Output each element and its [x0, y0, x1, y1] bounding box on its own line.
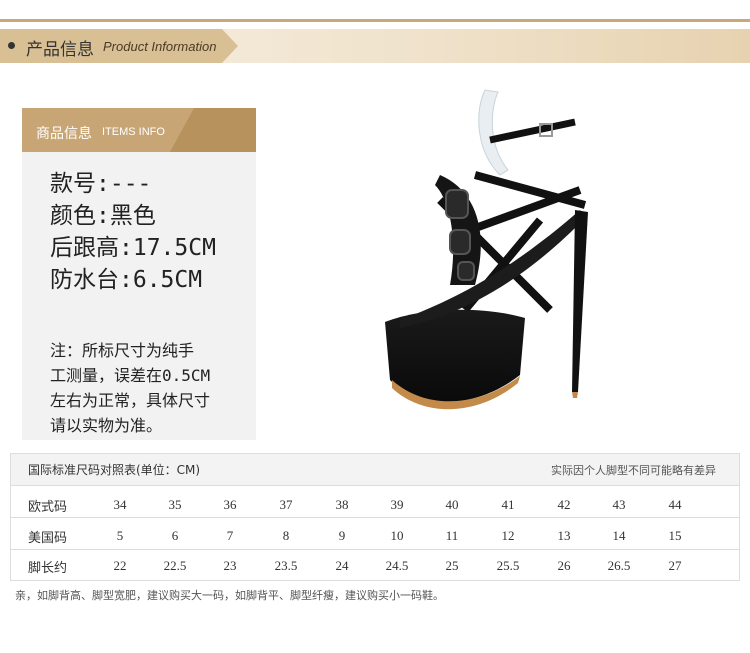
- size-cell: 6: [171, 528, 179, 543]
- size-chart-note: 实际因个人脚型不同可能略有差异: [551, 464, 716, 477]
- size-cell: 9: [338, 528, 346, 543]
- size-cell: 43: [612, 497, 626, 512]
- size-cell: 24: [335, 558, 349, 573]
- row-divider: [10, 517, 740, 518]
- size-cell: 44: [668, 497, 682, 512]
- size-cell: 15: [668, 528, 682, 543]
- sizing-advice: 亲，如脚背高、脚型宽肥，建议购买大一码，如脚背平、脚型纤瘦，建议购买小一码鞋。: [15, 589, 444, 602]
- spec-style-number: 款号:---: [50, 171, 152, 197]
- size-cell: 24.5: [385, 558, 409, 573]
- size-cell: 35: [168, 497, 182, 512]
- size-cell: 22.5: [163, 558, 187, 573]
- size-cell: 41: [501, 497, 515, 512]
- size-cell: 8: [282, 528, 290, 543]
- size-cell: 10: [390, 528, 404, 543]
- size-cell: 36: [223, 497, 237, 512]
- size-cell: 14: [612, 528, 626, 543]
- measurement-note: 注：所标尺寸为纯手 工测量，误差在0.5CM 左右为正常，具体尺寸 请以实物为准…: [50, 338, 250, 438]
- size-cell: 13: [557, 528, 571, 543]
- section-subtitle: Product Information: [103, 39, 217, 54]
- size-cell: 39: [390, 497, 404, 512]
- size-cell: 27: [668, 558, 682, 573]
- size-cell: 12: [501, 528, 515, 543]
- spec-platform-height: 防水台:6.5CM: [50, 267, 203, 293]
- size-cell: 37: [279, 497, 293, 512]
- size-cell: 22: [113, 558, 127, 573]
- size-cell: 23.5: [274, 558, 298, 573]
- spec-heel-height: 后跟高:17.5CM: [50, 235, 216, 261]
- size-chart-title: 国际标准尺码对照表(单位：CM): [28, 463, 201, 477]
- note-line: 工测量，误差在0.5CM: [50, 366, 211, 385]
- size-cell: 5: [116, 528, 124, 543]
- size-cell: 42: [557, 497, 571, 512]
- items-info-title: 商品信息: [36, 126, 92, 142]
- size-cell: 23: [223, 558, 237, 573]
- note-line: 左右为正常，具体尺寸: [50, 391, 211, 410]
- size-cell: 26.5: [607, 558, 631, 573]
- size-cell: 11: [445, 528, 459, 543]
- note-line: 注：所标尺寸为纯手: [50, 341, 195, 360]
- section-title: 产品信息: [26, 40, 94, 60]
- top-divider: [0, 19, 750, 22]
- product-image: [385, 89, 588, 410]
- size-cell: 38: [335, 497, 349, 512]
- size-cell: 26: [557, 558, 571, 573]
- size-cell: 25.5: [496, 558, 520, 573]
- row-label-us: 美国码: [28, 531, 68, 546]
- size-cell: 40: [445, 497, 459, 512]
- row-divider: [10, 549, 740, 550]
- note-line: 请以实物为准。: [50, 416, 163, 435]
- bullet-icon: [8, 42, 15, 49]
- row-label-foot-length: 脚长约: [28, 561, 68, 576]
- items-info-subtitle: ITEMS INFO: [102, 126, 165, 138]
- size-cell: 34: [113, 497, 127, 512]
- row-label-eu: 欧式码: [28, 500, 68, 515]
- size-cell: 25: [445, 558, 459, 573]
- spec-color: 颜色:黑色: [50, 203, 156, 229]
- size-cell: 7: [226, 528, 234, 543]
